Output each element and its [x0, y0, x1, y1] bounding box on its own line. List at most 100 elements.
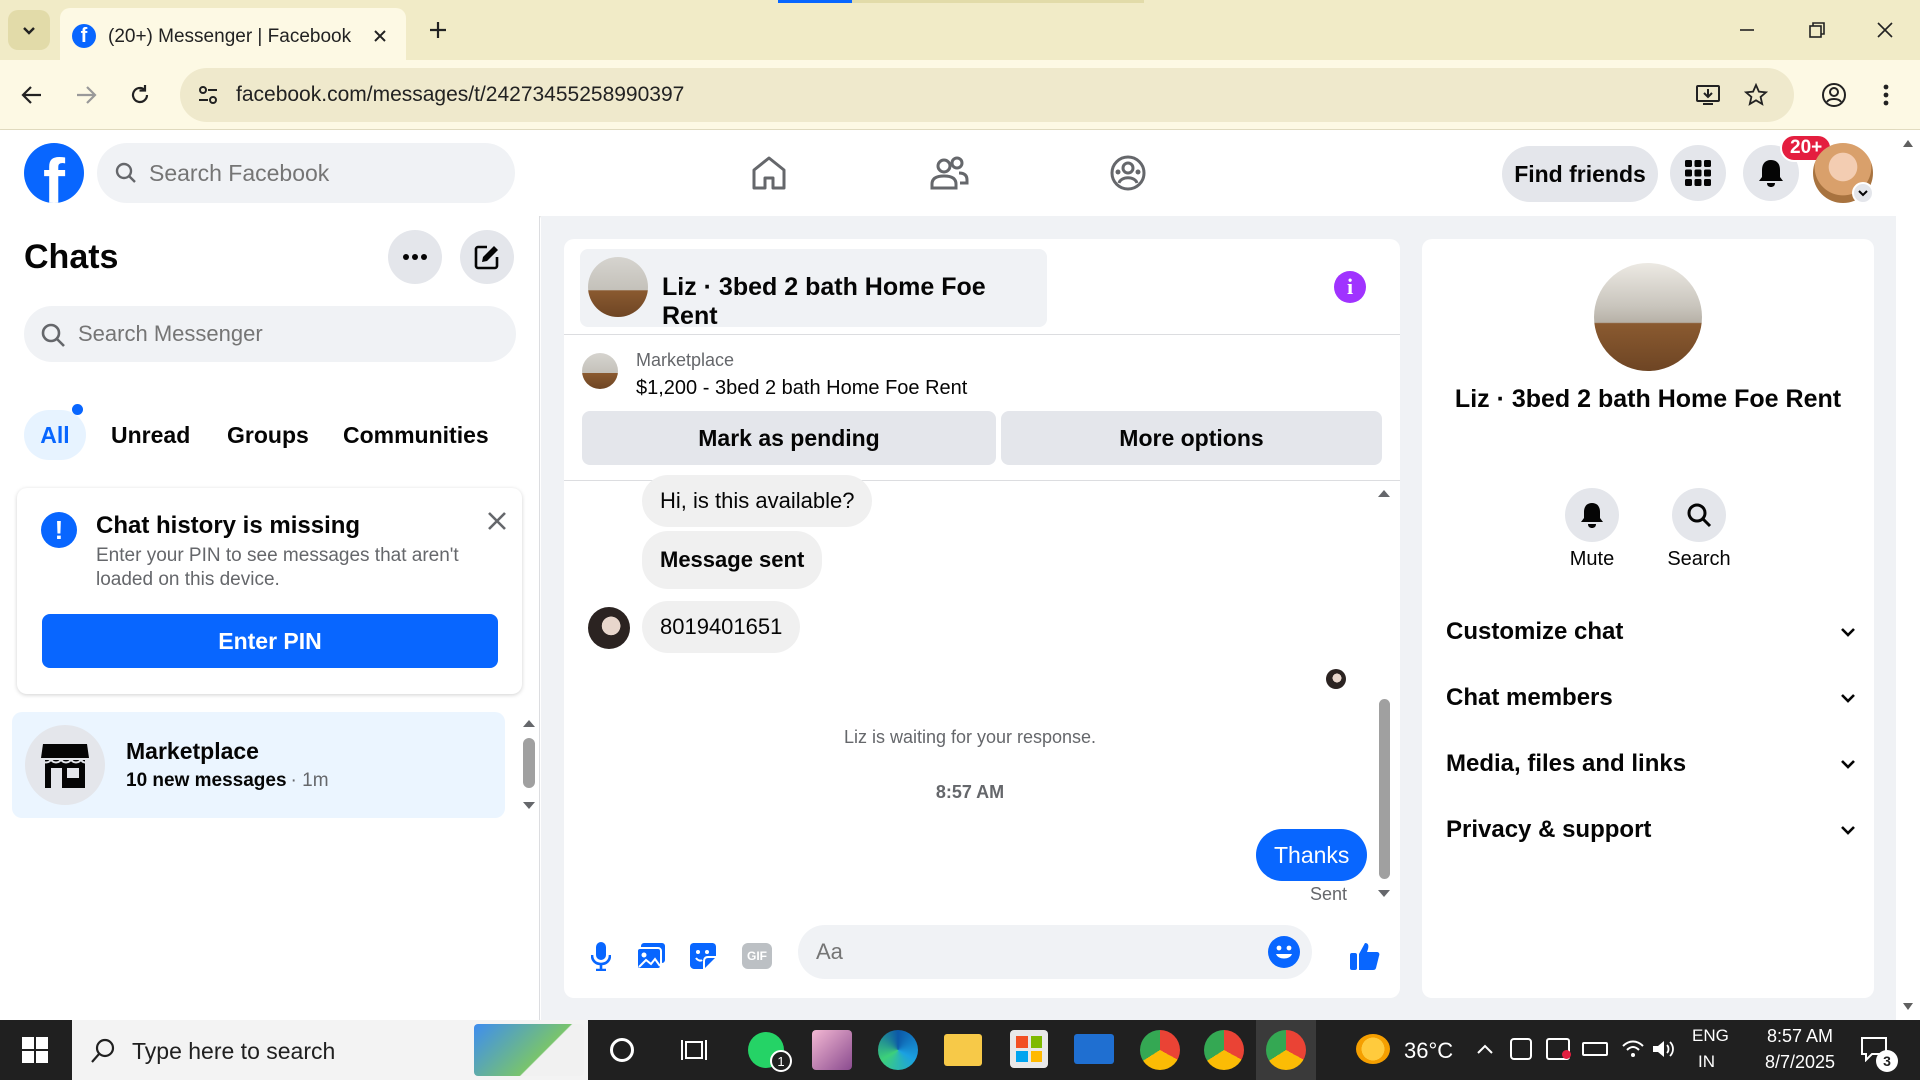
taskbar-chrome-active[interactable]: [1256, 1020, 1316, 1080]
taskbar-file-explorer[interactable]: [944, 1034, 982, 1066]
scroll-down-arrow-icon[interactable]: [1902, 1002, 1914, 1012]
tab-close-button[interactable]: [366, 22, 394, 50]
mark-as-pending-button[interactable]: Mark as pending: [582, 411, 996, 465]
address-bar[interactable]: facebook.com/messages/t/2427345525899039…: [180, 68, 1794, 122]
emoji-button[interactable]: [1268, 936, 1300, 968]
customize-chat-row[interactable]: Customize chat: [1446, 607, 1856, 657]
find-friends-button[interactable]: Find friends: [1502, 146, 1658, 202]
forward-button[interactable]: [68, 77, 104, 113]
chats-options-button[interactable]: [388, 230, 442, 284]
close-window-button[interactable]: [1850, 0, 1920, 60]
chat-scrollbar-thumb[interactable]: [1379, 699, 1390, 879]
conversation-panel: Liz · 3bed 2 bath Home Foe Rent i Market…: [564, 239, 1400, 998]
privacy-support-row[interactable]: Privacy & support: [1446, 805, 1856, 855]
show-hidden-icons-button[interactable]: [1474, 1038, 1496, 1060]
weather-icon[interactable]: [1356, 1034, 1390, 1064]
profile-button[interactable]: [1816, 77, 1852, 113]
message-input[interactable]: [816, 935, 1236, 969]
facebook-search-input[interactable]: [149, 155, 489, 191]
install-app-button[interactable]: [1694, 81, 1722, 109]
volume-icon[interactable]: [1650, 1036, 1676, 1062]
reload-button[interactable]: [122, 77, 158, 113]
tray-screen-icon[interactable]: [1546, 1038, 1571, 1060]
browser-menu-button[interactable]: [1868, 77, 1904, 113]
filter-tab-groups[interactable]: Groups: [227, 410, 309, 460]
media-files-links-row[interactable]: Media, files and links: [1446, 739, 1856, 789]
site-info-button[interactable]: [194, 81, 222, 109]
tray-app-icon[interactable]: [1510, 1038, 1532, 1060]
taskbar-store[interactable]: [1010, 1030, 1048, 1068]
media-files-links-label: Media, files and links: [1446, 750, 1687, 777]
facebook-logo[interactable]: f: [24, 143, 84, 203]
filter-tab-communities[interactable]: Communities: [343, 410, 489, 460]
more-vertical-icon: [1883, 84, 1889, 106]
clock-time[interactable]: 8:57 AM: [1752, 1026, 1848, 1047]
chevron-down-icon: [23, 27, 35, 35]
like-button[interactable]: [1348, 939, 1382, 973]
nav-home-button[interactable]: [744, 148, 794, 198]
new-message-button[interactable]: [460, 230, 514, 284]
taskbar-chrome-1[interactable]: [1140, 1030, 1180, 1070]
temperature[interactable]: 36°C: [1404, 1038, 1453, 1064]
account-menu-chevron[interactable]: [1852, 182, 1874, 204]
attach-media-button[interactable]: [634, 939, 668, 973]
conversation-header-button[interactable]: Liz · 3bed 2 bath Home Foe Rent: [580, 249, 1047, 330]
start-button[interactable]: [0, 1020, 70, 1080]
more-options-button[interactable]: More options: [1001, 411, 1382, 465]
restore-button[interactable]: [1782, 0, 1852, 60]
taskbar-chrome-2[interactable]: [1204, 1030, 1244, 1070]
conversation-info-button[interactable]: i: [1334, 271, 1366, 303]
sender-avatar: [588, 607, 630, 649]
list-scroll-down-icon[interactable]: [522, 801, 536, 811]
input-language-line2[interactable]: IN: [1698, 1052, 1715, 1072]
chat-list-item-preview: 10 new messages: [126, 770, 287, 791]
filter-tab-all[interactable]: All: [24, 410, 86, 460]
list-scrollbar-thumb[interactable]: [523, 738, 535, 788]
messenger-search[interactable]: [24, 306, 516, 362]
arrow-left-icon: [21, 86, 41, 104]
voice-clip-button[interactable]: [584, 939, 618, 973]
bookmark-button[interactable]: [1742, 81, 1770, 109]
minimize-button[interactable]: [1712, 0, 1782, 60]
new-tab-button[interactable]: [422, 14, 454, 46]
listing-title[interactable]: $1,200 - 3bed 2 bath Home Foe Rent: [636, 377, 967, 400]
nav-groups-button[interactable]: [1103, 148, 1153, 198]
gif-button[interactable]: GIF: [740, 939, 774, 973]
sticker-button[interactable]: [686, 939, 720, 973]
search-conversation-button[interactable]: [1672, 488, 1726, 542]
menu-button[interactable]: [1670, 145, 1726, 201]
filter-tab-unread[interactable]: Unread: [111, 410, 190, 460]
facebook-search[interactable]: [97, 143, 515, 203]
nav-friends-button[interactable]: [924, 148, 974, 198]
taskbar-search[interactable]: Type here to search: [72, 1020, 588, 1080]
browser-tab-active[interactable]: f (20+) Messenger | Facebook: [60, 8, 406, 60]
info-name: Liz · 3bed 2 bath Home Foe Rent: [1454, 385, 1842, 413]
cortana-button[interactable]: [604, 1032, 640, 1068]
taskbar-mail[interactable]: [1074, 1034, 1114, 1064]
taskbar-photo-app[interactable]: [812, 1030, 852, 1070]
chat-scroll-down-icon[interactable]: [1377, 889, 1391, 899]
tab-search-button[interactable]: [8, 10, 50, 50]
enter-pin-button[interactable]: Enter PIN: [42, 614, 498, 668]
banner-close-button[interactable]: [482, 506, 512, 536]
input-language-line1[interactable]: ENG: [1692, 1026, 1729, 1046]
list-scroll-up-icon[interactable]: [522, 718, 536, 728]
scroll-up-arrow-icon[interactable]: [1902, 138, 1914, 148]
network-icon[interactable]: [1620, 1036, 1646, 1062]
task-view-button[interactable]: [676, 1032, 712, 1068]
chat-scroll-up-icon[interactable]: [1377, 488, 1391, 498]
chat-list-item[interactable]: Marketplace 10 new messages · 1m: [12, 712, 505, 818]
taskbar-edge[interactable]: [878, 1030, 918, 1070]
notification-count: 3: [1876, 1050, 1898, 1072]
messenger-search-input[interactable]: [78, 316, 498, 352]
clock-date[interactable]: 8/7/2025: [1752, 1052, 1848, 1073]
page-scrollbar[interactable]: [1896, 130, 1920, 1020]
browser-tab-strip: f (20+) Messenger | Facebook: [0, 0, 1920, 60]
message-composer[interactable]: [798, 925, 1312, 979]
cortana-icon: [610, 1038, 634, 1062]
back-button[interactable]: [14, 77, 50, 113]
chat-members-row[interactable]: Chat members: [1446, 673, 1856, 723]
battery-icon[interactable]: [1582, 1042, 1608, 1056]
mute-button[interactable]: [1565, 488, 1619, 542]
arrow-right-icon: [77, 86, 97, 104]
